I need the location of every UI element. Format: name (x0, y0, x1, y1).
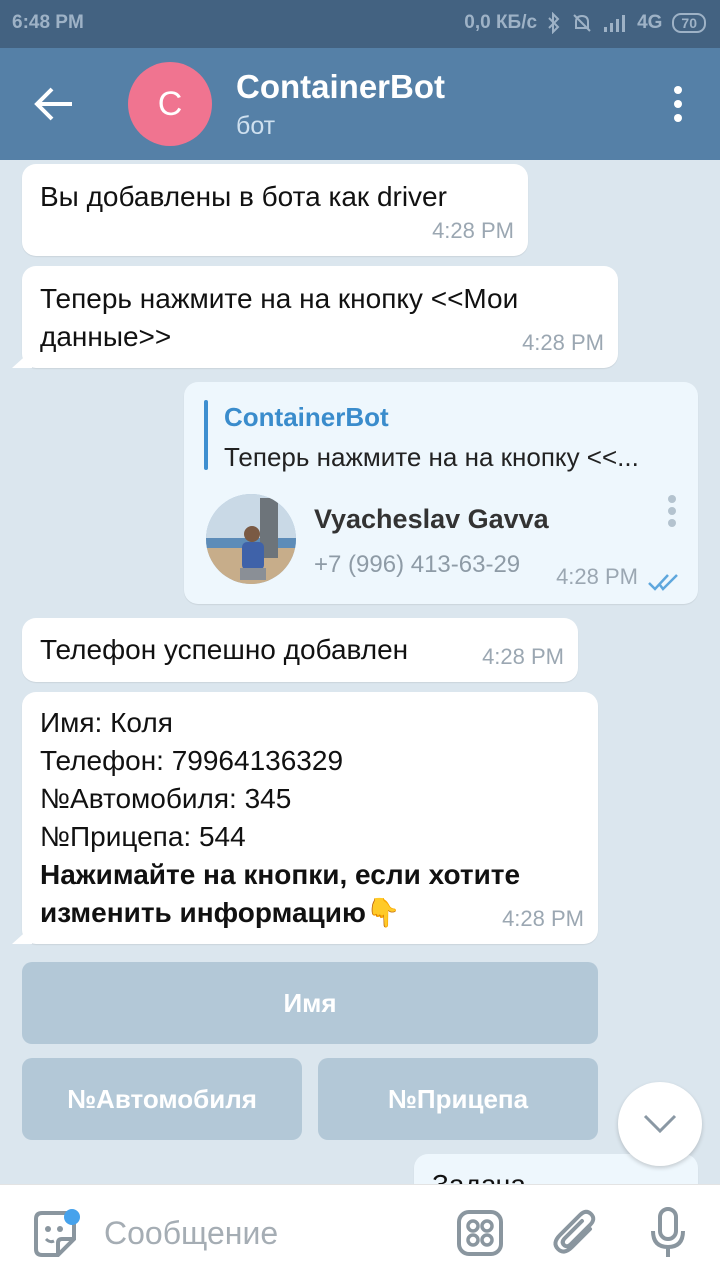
message-bold-line2: изменить информацию (40, 897, 366, 928)
network-type: 4G (637, 12, 663, 33)
keyboard-button-trailer[interactable]: №Прицепа (318, 1058, 598, 1140)
incoming-message[interactable]: Вы добавлены в бота как driver 4:28 PM (22, 164, 528, 256)
reply-preview[interactable]: Теперь нажмите на на кнопку <<... (224, 438, 639, 476)
status-icons: 0,0 КБ/с 4G 70 (464, 12, 706, 34)
message-input-bar: Сообщение (0, 1184, 720, 1280)
pointing-down-emoji: 👇 (365, 897, 401, 928)
contact-name[interactable]: Vyacheslav Gavva (314, 500, 549, 538)
keyboard-button-car[interactable]: №Автомобиля (22, 1058, 302, 1140)
status-bar: 6:48 PM 0,0 КБ/с 4G 70 (0, 0, 720, 48)
reply-sender[interactable]: ContainerBot (224, 398, 389, 436)
message-line-name: Имя: Коля (40, 707, 173, 738)
chevron-down-icon (643, 1114, 677, 1134)
microphone-icon[interactable] (648, 1205, 688, 1261)
more-vert-icon[interactable] (666, 84, 690, 124)
message-line-trailer: №Прицепа: 544 (40, 821, 246, 852)
bluetooth-icon (548, 12, 560, 34)
message-time: 4:28 PM (432, 218, 514, 243)
chat-header: C ContainerBot бот (0, 48, 720, 160)
message-bold-line2-wrap: изменить информацию👇 (40, 894, 401, 932)
attach-icon[interactable] (552, 1207, 600, 1259)
keyboard-button-name[interactable]: Имя (22, 962, 598, 1044)
bot-avatar[interactable]: C (128, 62, 212, 146)
chat-subtitle: бот (236, 112, 276, 140)
status-time: 6:48 PM (12, 12, 84, 33)
bot-commands-icon[interactable] (456, 1209, 504, 1257)
incoming-message[interactable]: Теперь нажмите на на кнопку <<Мои данные… (22, 266, 618, 368)
message-time: 4:28 PM (502, 906, 584, 931)
message-text-line2: данные>> (40, 321, 172, 352)
outgoing-contact-message[interactable]: ContainerBot Теперь нажмите на на кнопку… (184, 382, 698, 604)
contact-phone[interactable]: +7 (996) 413-63-29 (314, 546, 520, 584)
message-line-phone: Телефон: 79964136329 (40, 745, 344, 776)
message-time: 4:28 PM (522, 330, 604, 355)
message-time: 4:28 PM (482, 644, 564, 669)
message-text: Телефон успешно добавлен (40, 634, 409, 665)
battery-indicator: 70 (672, 13, 706, 33)
message-bold-line1: Нажимайте на кнопки, если хотите (40, 859, 521, 890)
reply-bar (204, 400, 208, 470)
message-line-car: №Автомобиля: 345 (40, 783, 292, 814)
chat-title[interactable]: ContainerBot (236, 68, 445, 106)
sticker-icon[interactable] (28, 1207, 84, 1263)
message-text-line1: Теперь нажмите на на кнопку <<Мои (40, 283, 519, 314)
network-speed: 0,0 КБ/с (464, 12, 538, 33)
message-time: 4:28 PM (556, 564, 638, 589)
incoming-message[interactable]: Телефон успешно добавлен 4:28 PM (22, 618, 578, 682)
back-arrow-icon[interactable] (30, 82, 80, 126)
mute-bell-icon (573, 14, 591, 32)
contact-options-icon[interactable] (666, 494, 678, 528)
message-input[interactable]: Сообщение (104, 1215, 278, 1252)
incoming-message[interactable]: Имя: Коля Телефон: 79964136329 №Автомоби… (22, 692, 598, 944)
contact-avatar[interactable] (206, 494, 296, 584)
signal-icon (604, 15, 626, 32)
scroll-down-button[interactable] (618, 1082, 702, 1166)
message-text: Вы добавлены в бота как driver (40, 181, 447, 212)
double-check-icon (648, 574, 678, 591)
